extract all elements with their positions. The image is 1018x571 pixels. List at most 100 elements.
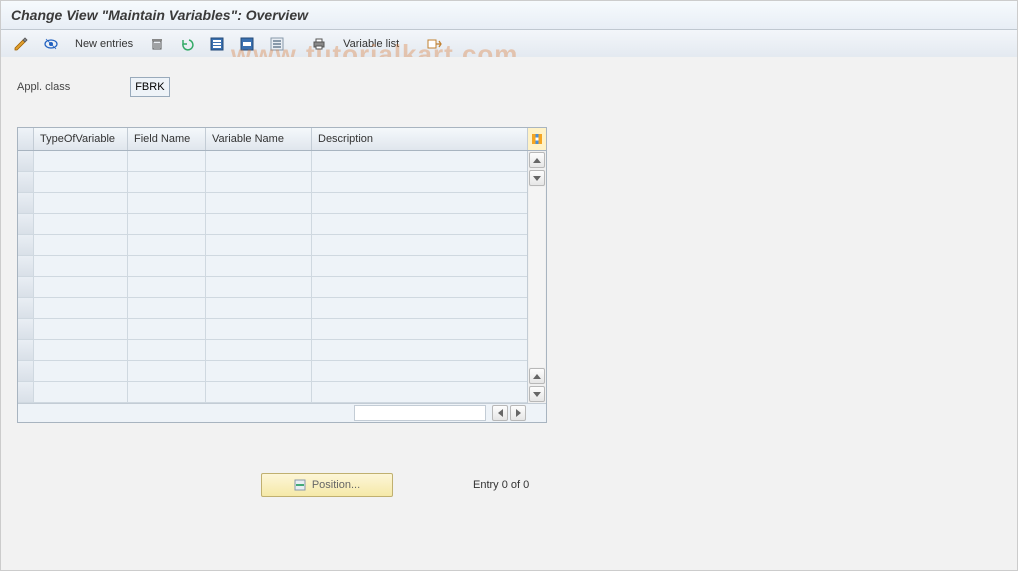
- cell-variable-name[interactable]: [206, 172, 312, 192]
- row-selector[interactable]: [18, 361, 34, 381]
- vscroll-track[interactable]: [529, 187, 545, 367]
- cell-variable-name[interactable]: [206, 256, 312, 276]
- table-row[interactable]: [18, 361, 527, 382]
- cell-variable-name[interactable]: [206, 151, 312, 171]
- variable-list-button[interactable]: Variable list: [337, 34, 405, 54]
- cell-type-of-variable[interactable]: [34, 193, 128, 213]
- toggle-display-change-button[interactable]: [9, 34, 33, 54]
- table-row[interactable]: [18, 298, 527, 319]
- table-row[interactable]: [18, 235, 527, 256]
- cell-variable-name[interactable]: [206, 235, 312, 255]
- cell-type-of-variable[interactable]: [34, 235, 128, 255]
- cell-variable-name[interactable]: [206, 319, 312, 339]
- cell-description[interactable]: [312, 340, 527, 360]
- print-button[interactable]: [307, 34, 331, 54]
- cell-field-name[interactable]: [128, 361, 206, 381]
- position-button[interactable]: Position...: [261, 473, 393, 497]
- cell-variable-name[interactable]: [206, 277, 312, 297]
- select-block-button[interactable]: [235, 34, 259, 54]
- cell-description[interactable]: [312, 382, 527, 402]
- cell-field-name[interactable]: [128, 193, 206, 213]
- cell-variable-name[interactable]: [206, 298, 312, 318]
- scroll-left-button[interactable]: [492, 405, 508, 421]
- other-view-button[interactable]: [39, 34, 63, 54]
- table-row[interactable]: [18, 151, 527, 172]
- scroll-up-small-button[interactable]: [529, 368, 545, 384]
- cell-type-of-variable[interactable]: [34, 319, 128, 339]
- cell-field-name[interactable]: [128, 151, 206, 171]
- select-all-button[interactable]: [205, 34, 229, 54]
- cell-field-name[interactable]: [128, 214, 206, 234]
- cell-type-of-variable[interactable]: [34, 172, 128, 192]
- row-selector[interactable]: [18, 277, 34, 297]
- cell-description[interactable]: [312, 361, 527, 381]
- cell-variable-name[interactable]: [206, 214, 312, 234]
- cell-type-of-variable[interactable]: [34, 256, 128, 276]
- cell-type-of-variable[interactable]: [34, 298, 128, 318]
- cell-variable-name[interactable]: [206, 382, 312, 402]
- row-selector[interactable]: [18, 340, 34, 360]
- col-description[interactable]: Description: [312, 128, 527, 150]
- table-header: TypeOfVariable Field Name Variable Name …: [18, 128, 546, 151]
- scroll-right-button[interactable]: [510, 405, 526, 421]
- select-all-column[interactable]: [18, 128, 34, 150]
- col-type-of-variable[interactable]: TypeOfVariable: [34, 128, 128, 150]
- col-variable-name[interactable]: Variable Name: [206, 128, 312, 150]
- cell-variable-name[interactable]: [206, 193, 312, 213]
- cell-description[interactable]: [312, 172, 527, 192]
- cell-type-of-variable[interactable]: [34, 277, 128, 297]
- cell-variable-name[interactable]: [206, 361, 312, 381]
- cell-description[interactable]: [312, 193, 527, 213]
- scroll-down-button[interactable]: [529, 386, 545, 402]
- row-selector[interactable]: [18, 151, 34, 171]
- table-config-icon[interactable]: [527, 128, 546, 150]
- row-selector[interactable]: [18, 319, 34, 339]
- row-selector[interactable]: [18, 193, 34, 213]
- cell-type-of-variable[interactable]: [34, 151, 128, 171]
- cell-description[interactable]: [312, 235, 527, 255]
- cell-type-of-variable[interactable]: [34, 340, 128, 360]
- row-selector[interactable]: [18, 214, 34, 234]
- table-settings-button[interactable]: [423, 34, 447, 54]
- cell-field-name[interactable]: [128, 382, 206, 402]
- table-row[interactable]: [18, 382, 527, 403]
- table-row[interactable]: [18, 277, 527, 298]
- cell-field-name[interactable]: [128, 235, 206, 255]
- table-row[interactable]: [18, 193, 527, 214]
- scroll-up-button[interactable]: [529, 152, 545, 168]
- cell-type-of-variable[interactable]: [34, 382, 128, 402]
- cell-field-name[interactable]: [128, 277, 206, 297]
- table-row[interactable]: [18, 214, 527, 235]
- cell-type-of-variable[interactable]: [34, 361, 128, 381]
- table-row[interactable]: [18, 256, 527, 277]
- cell-type-of-variable[interactable]: [34, 214, 128, 234]
- cell-description[interactable]: [312, 151, 527, 171]
- cell-description[interactable]: [312, 214, 527, 234]
- cell-field-name[interactable]: [128, 340, 206, 360]
- cell-field-name[interactable]: [128, 172, 206, 192]
- row-selector[interactable]: [18, 256, 34, 276]
- appl-class-value[interactable]: FBRK: [130, 77, 170, 97]
- table-row[interactable]: [18, 340, 527, 361]
- deselect-all-button[interactable]: [265, 34, 289, 54]
- cell-field-name[interactable]: [128, 256, 206, 276]
- row-selector[interactable]: [18, 298, 34, 318]
- cell-description[interactable]: [312, 256, 527, 276]
- row-selector[interactable]: [18, 235, 34, 255]
- cell-variable-name[interactable]: [206, 340, 312, 360]
- cell-field-name[interactable]: [128, 319, 206, 339]
- table-row[interactable]: [18, 319, 527, 340]
- row-selector[interactable]: [18, 382, 34, 402]
- new-entries-button[interactable]: New entries: [69, 34, 139, 54]
- delete-button[interactable]: [145, 34, 169, 54]
- hscroll-track[interactable]: [354, 405, 486, 421]
- cell-description[interactable]: [312, 319, 527, 339]
- cell-field-name[interactable]: [128, 298, 206, 318]
- cell-description[interactable]: [312, 277, 527, 297]
- row-selector[interactable]: [18, 172, 34, 192]
- table-row[interactable]: [18, 172, 527, 193]
- cell-description[interactable]: [312, 298, 527, 318]
- col-field-name[interactable]: Field Name: [128, 128, 206, 150]
- undo-button[interactable]: [175, 34, 199, 54]
- scroll-down-small-button[interactable]: [529, 170, 545, 186]
